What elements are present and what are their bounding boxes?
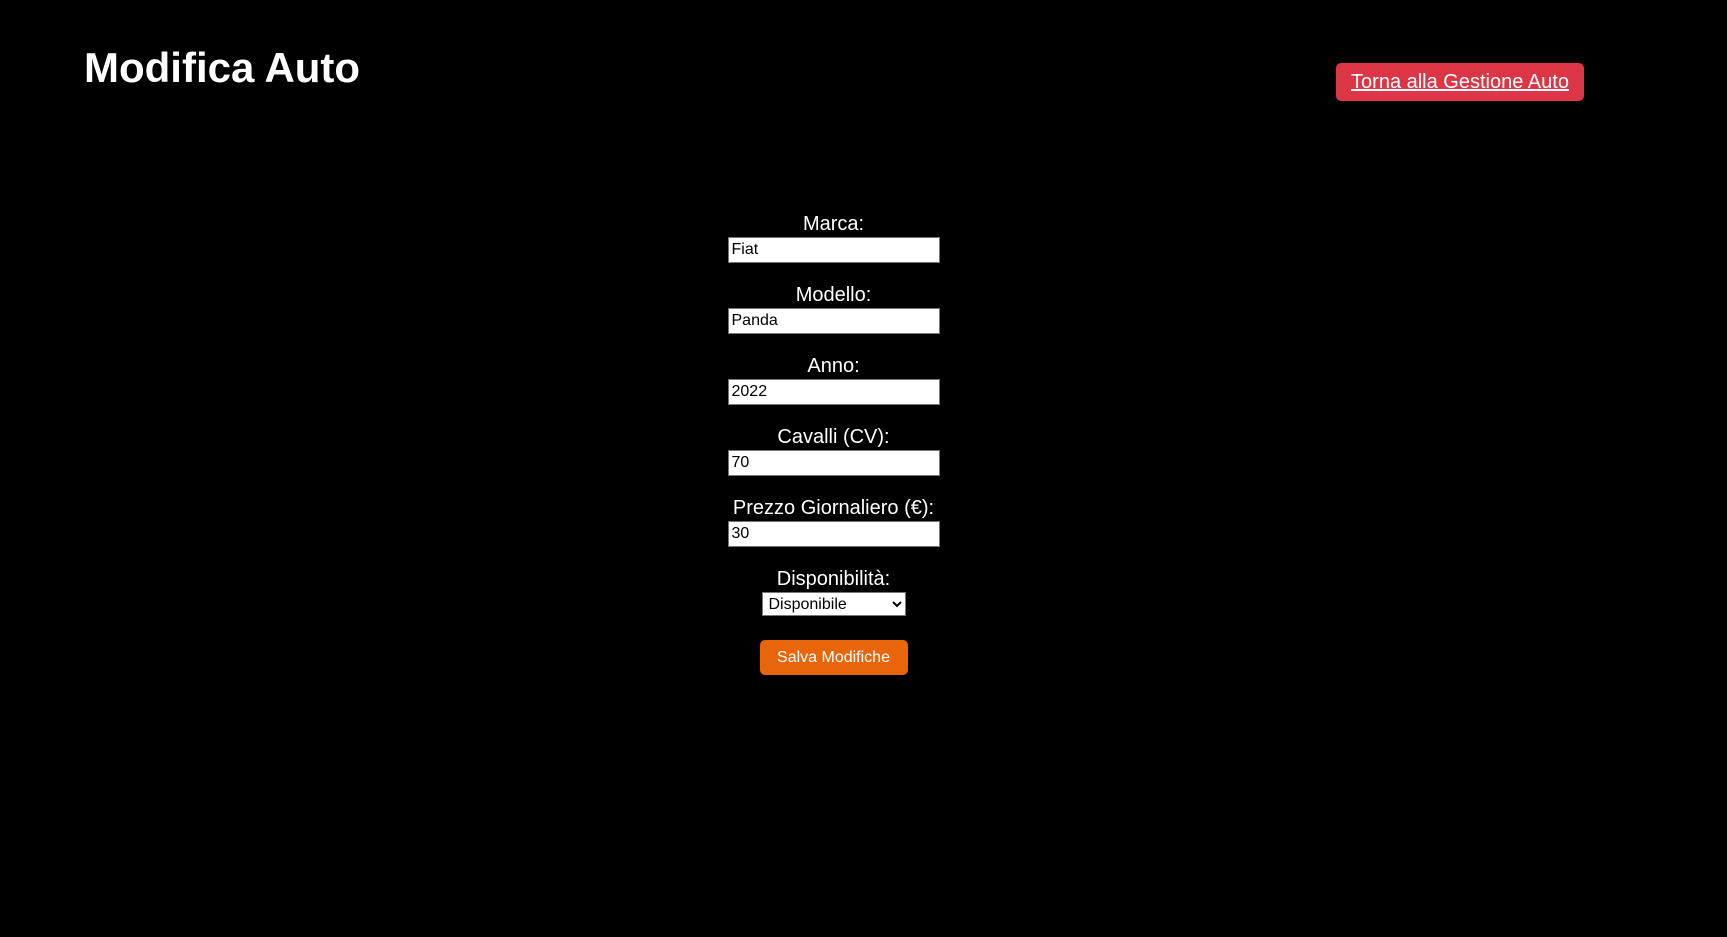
save-changes-button[interactable]: Salva Modifiche [759,640,908,675]
year-input[interactable] [727,379,940,405]
horsepower-label: Cavalli (CV): [777,426,890,448]
page: Modifica Auto Torna alla Gestione Auto M… [0,0,1727,937]
model-field-group: Modello: [727,283,940,334]
daily-price-input[interactable] [727,521,940,547]
daily-price-label: Prezzo Giornaliero (€): [732,497,935,519]
availability-select[interactable]: Disponibile [761,592,906,616]
availability-label: Disponibilità: [776,568,891,590]
horsepower-input[interactable] [727,450,940,476]
edit-car-form: Marca: Modello: Anno: Cavalli (CV): Prez… [0,212,1667,675]
brand-label: Marca: [802,213,865,235]
horsepower-field-group: Cavalli (CV): [727,425,940,476]
back-to-car-management-link[interactable]: Torna alla Gestione Auto [1336,63,1584,101]
year-field-group: Anno: [727,354,940,405]
model-input[interactable] [727,308,940,334]
page-title: Modifica Auto [84,44,361,91]
daily-price-field-group: Prezzo Giornaliero (€): [727,496,940,547]
availability-field-group: Disponibilità: Disponibile [761,567,906,616]
brand-field-group: Marca: [727,212,940,263]
brand-input[interactable] [727,237,940,263]
year-label: Anno: [807,355,860,377]
model-label: Modello: [795,284,872,306]
